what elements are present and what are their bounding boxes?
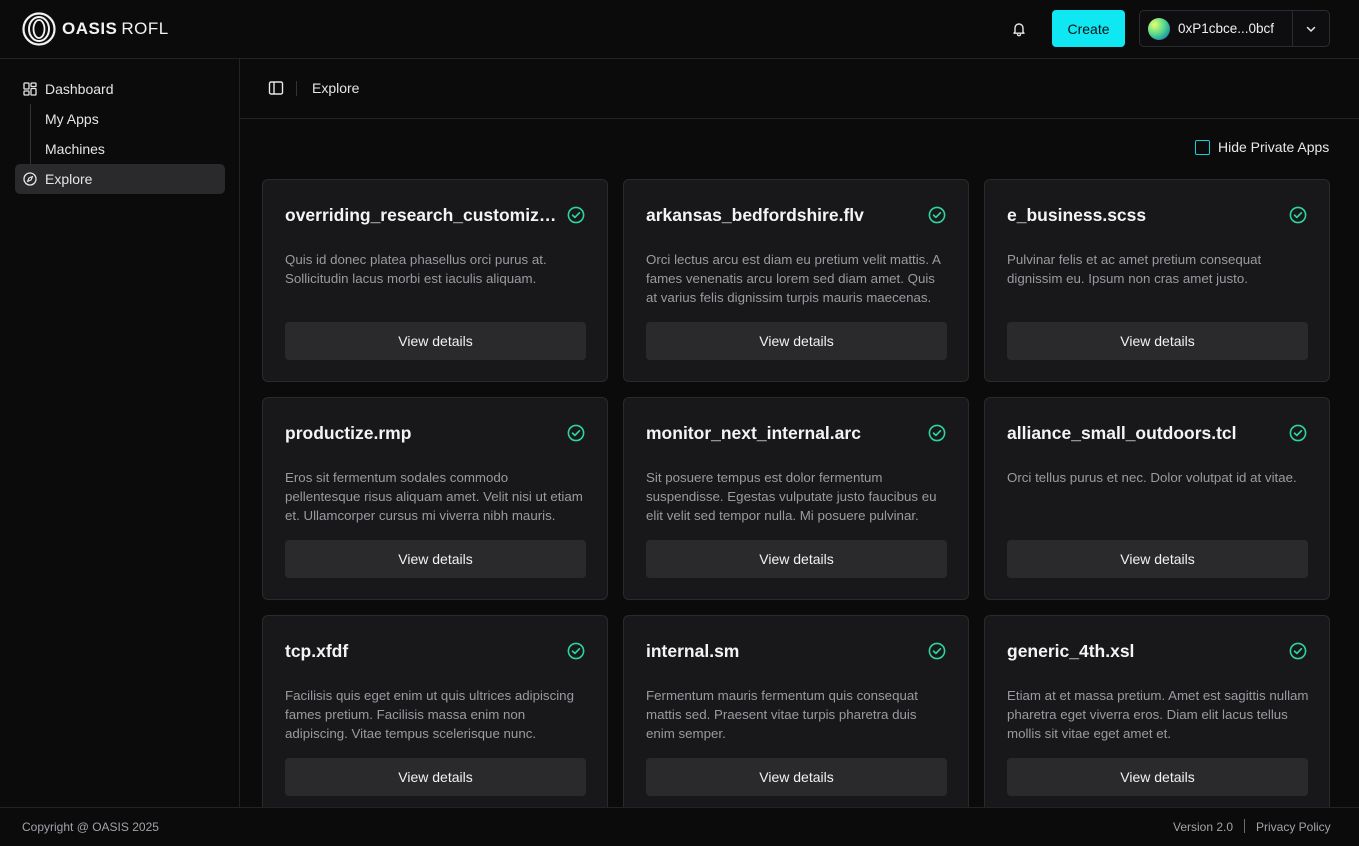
hide-private-checkbox[interactable] bbox=[1195, 139, 1210, 155]
view-details-button[interactable]: View details bbox=[646, 758, 947, 796]
footer: Copyright @ OASIS 2025 Version 2.0 Priva… bbox=[0, 807, 1359, 846]
app-description: Facilisis quis eget enim ut quis ultrice… bbox=[285, 688, 574, 741]
verified-check-icon bbox=[928, 206, 946, 224]
app-card: arkansas_bedfordshire.flv Orci lectus ar… bbox=[623, 179, 969, 382]
version-text: Version 2.0 bbox=[1173, 820, 1234, 834]
app-description: Etiam at et massa pretium. Amet est sagi… bbox=[1007, 688, 1309, 741]
app-title: e_business.scss bbox=[1007, 205, 1147, 225]
chevron-down-icon bbox=[1306, 26, 1316, 32]
logo-brand: OASIS bbox=[62, 19, 118, 38]
notifications-button[interactable] bbox=[1008, 18, 1030, 40]
sidebar-item-my-apps[interactable]: My Apps bbox=[45, 104, 99, 134]
hide-private-label: Hide Private Apps bbox=[1218, 139, 1330, 155]
app-title: alliance_small_outdoors.tcl bbox=[1007, 423, 1237, 443]
app-description: Eros sit fermentum sodales commodo pelle… bbox=[285, 470, 583, 523]
app-title: internal.sm bbox=[646, 641, 740, 661]
verified-check-icon bbox=[567, 206, 585, 224]
app-card: generic_4th.xsl Etiam at et massa pretiu… bbox=[984, 615, 1330, 807]
view-details-button[interactable]: View details bbox=[646, 540, 947, 578]
view-details-button[interactable]: View details bbox=[285, 540, 586, 578]
sidebar: Dashboard My Apps Machines Explore bbox=[0, 59, 240, 807]
verified-check-icon bbox=[1289, 206, 1307, 224]
app-card: productize.rmp Eros sit fermentum sodale… bbox=[262, 397, 608, 600]
logo-product: ROFL bbox=[121, 19, 169, 38]
verified-check-icon bbox=[928, 424, 946, 442]
panel-left-icon bbox=[268, 81, 284, 95]
oasis-logo[interactable]: OASIS ROFL bbox=[22, 12, 169, 46]
sidebar-item-explore[interactable]: Explore bbox=[15, 164, 225, 194]
app-description: Pulvinar felis et ac amet pretium conseq… bbox=[1007, 252, 1262, 286]
sidebar-item-label: Machines bbox=[45, 141, 105, 157]
wallet-dropdown-button[interactable] bbox=[1293, 11, 1329, 46]
app-description: Fermentum mauris fermentum quis consequa… bbox=[646, 688, 918, 741]
app-card: alliance_small_outdoors.tcl Orci tellus … bbox=[984, 397, 1330, 600]
wallet-avatar bbox=[1148, 17, 1170, 40]
sidebar-item-dashboard[interactable]: Dashboard bbox=[22, 74, 114, 104]
nav-tree-line bbox=[30, 104, 31, 164]
sidebar-item-label: Explore bbox=[45, 171, 93, 187]
compass-icon bbox=[22, 171, 38, 187]
oasis-logo-icon bbox=[22, 12, 56, 46]
hide-private-apps-toggle[interactable]: Hide Private Apps bbox=[1195, 139, 1329, 155]
verified-check-icon bbox=[1289, 424, 1307, 442]
view-details-button[interactable]: View details bbox=[285, 758, 586, 796]
sidebar-item-label: My Apps bbox=[45, 111, 99, 127]
logo-text: OASIS ROFL bbox=[62, 19, 169, 39]
wallet-account-button[interactable]: 0xP1cbce...0bcf bbox=[1140, 11, 1294, 46]
app-title: generic_4th.xsl bbox=[1007, 641, 1135, 661]
view-details-button[interactable]: View details bbox=[646, 322, 947, 360]
verified-check-icon bbox=[567, 424, 585, 442]
sidebar-item-machines[interactable]: Machines bbox=[45, 134, 105, 164]
view-details-button[interactable]: View details bbox=[1007, 758, 1308, 796]
wallet-menu: 0xP1cbce...0bcf bbox=[1139, 10, 1330, 47]
view-details-button[interactable]: View details bbox=[1007, 540, 1308, 578]
privacy-policy-link[interactable]: Privacy Policy bbox=[1256, 820, 1331, 834]
app-card: tcp.xfdf Facilisis quis eget enim ut qui… bbox=[262, 615, 608, 807]
create-button[interactable]: Create bbox=[1052, 10, 1125, 47]
verified-check-icon bbox=[928, 642, 946, 660]
app-title: monitor_next_internal.arc bbox=[646, 423, 861, 443]
app-description: Quis id donec platea phasellus orci puru… bbox=[285, 252, 547, 286]
app-card: e_business.scss Pulvinar felis et ac ame… bbox=[984, 179, 1330, 382]
app-title: tcp.xfdf bbox=[285, 641, 349, 661]
bell-icon bbox=[1013, 23, 1025, 37]
sidebar-toggle-button[interactable] bbox=[268, 80, 284, 96]
verified-check-icon bbox=[1289, 642, 1307, 660]
app-title: overriding_research_customiza... bbox=[285, 205, 559, 225]
app-description: Sit posuere tempus est dolor fermentum s… bbox=[646, 470, 937, 523]
app-description: Orci lectus arcu est diam eu pretium vel… bbox=[646, 252, 941, 305]
copyright-text: Copyright @ OASIS 2025 bbox=[22, 820, 159, 834]
header-divider bbox=[296, 81, 297, 96]
dashboard-icon bbox=[22, 81, 38, 97]
apps-grid: overriding_research_customiza... Quis id… bbox=[262, 179, 1330, 807]
app-description: Orci tellus purus et nec. Dolor volutpat… bbox=[1007, 470, 1297, 485]
app-card: internal.sm Fermentum mauris fermentum q… bbox=[623, 615, 969, 807]
app-title: arkansas_bedfordshire.flv bbox=[646, 205, 864, 225]
wallet-address: 0xP1cbce...0bcf bbox=[1178, 21, 1275, 36]
content-header: Explore bbox=[240, 59, 1359, 119]
view-details-button[interactable]: View details bbox=[1007, 322, 1308, 360]
app-card: overriding_research_customiza... Quis id… bbox=[262, 179, 608, 382]
sidebar-item-label: Dashboard bbox=[45, 81, 114, 97]
verified-check-icon bbox=[567, 642, 585, 660]
breadcrumb: Explore bbox=[312, 80, 360, 96]
footer-divider bbox=[1244, 819, 1245, 833]
view-details-button[interactable]: View details bbox=[285, 322, 586, 360]
app-card: monitor_next_internal.arc Sit posuere te… bbox=[623, 397, 969, 600]
top-bar: OASIS ROFL Create 0xP1cbce...0bcf bbox=[0, 0, 1359, 59]
app-title: productize.rmp bbox=[285, 423, 412, 443]
